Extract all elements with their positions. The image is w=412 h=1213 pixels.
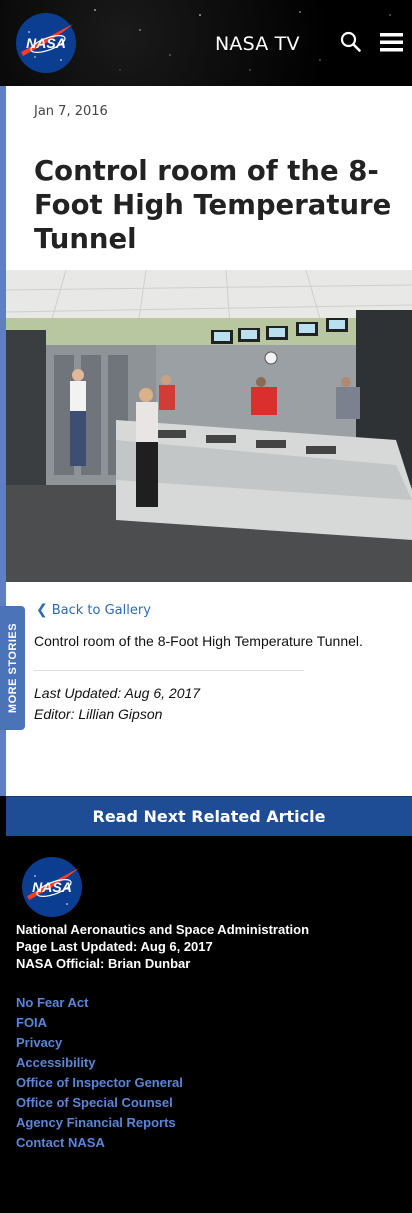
site-header: NASA NASA TV: [0, 0, 412, 86]
article-content: Jan 7, 2016 Control room of the 8-Foot H…: [6, 86, 412, 796]
image-caption: Control room of the 8-Foot High Temperat…: [34, 633, 363, 649]
article-date: Jan 7, 2016: [34, 104, 108, 119]
footer-links: No Fear Act FOIA Privacy Accessibility O…: [16, 993, 183, 1153]
nasa-official: NASA Official: Brian Dunbar: [16, 956, 191, 971]
search-icon[interactable]: [340, 31, 362, 53]
footer-logo-text: NASA: [32, 879, 72, 895]
footer-link-financial-reports[interactable]: Agency Financial Reports: [16, 1113, 183, 1133]
footer-link-inspector-general[interactable]: Office of Inspector General: [16, 1073, 183, 1093]
hamburger-menu-icon[interactable]: [380, 33, 403, 52]
nasa-tv-link[interactable]: NASA TV: [215, 33, 300, 55]
more-stories-label: MORE STORIES: [6, 622, 19, 714]
back-to-gallery-link[interactable]: ❮ Back to Gallery: [36, 602, 151, 618]
editor: Editor: Lillian Gipson: [34, 706, 163, 722]
agency-info: National Aeronautics and Space Administr…: [16, 921, 309, 972]
control-room-photo[interactable]: [6, 270, 412, 582]
chevron-left-icon: ❮: [36, 602, 48, 618]
site-footer: NASA National Aeronautics and Space Admi…: [6, 836, 412, 1213]
footer-link-special-counsel[interactable]: Office of Special Counsel: [16, 1093, 183, 1113]
footer-link-foia[interactable]: FOIA: [16, 1013, 183, 1033]
divider: [34, 670, 304, 671]
footer-link-privacy[interactable]: Privacy: [16, 1033, 183, 1053]
footer-link-accessibility[interactable]: Accessibility: [16, 1053, 183, 1073]
footer-link-contact-nasa[interactable]: Contact NASA: [16, 1133, 183, 1153]
page-title: Control room of the 8-Foot High Temperat…: [34, 155, 392, 255]
more-stories-tab[interactable]: MORE STORIES: [0, 606, 25, 730]
logo-text: NASA: [26, 35, 66, 51]
last-updated: Last Updated: Aug 6, 2017: [34, 685, 201, 701]
footer-link-no-fear-act[interactable]: No Fear Act: [16, 993, 183, 1013]
page-last-updated: Page Last Updated: Aug 6, 2017: [16, 939, 213, 954]
article-meta: Last Updated: Aug 6, 2017 Editor: Lillia…: [34, 683, 200, 725]
footer-nasa-logo[interactable]: NASA: [21, 856, 83, 918]
agency-name: National Aeronautics and Space Administr…: [16, 922, 310, 937]
back-link-label: Back to Gallery: [51, 602, 151, 618]
nasa-logo[interactable]: NASA: [15, 12, 77, 74]
read-next-related-article-button[interactable]: Read Next Related Article: [6, 796, 412, 836]
